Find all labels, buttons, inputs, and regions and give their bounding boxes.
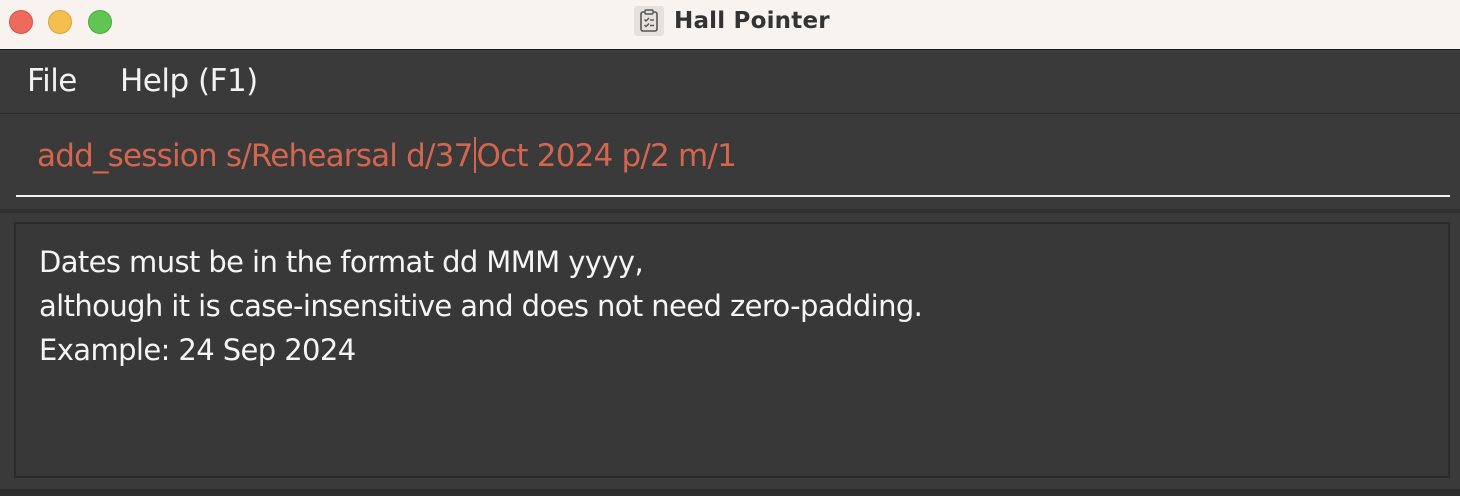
command-text-before-caret: add_session s/Rehearsal d/37 <box>37 138 473 174</box>
result-display-area: Dates must be in the format dd MMM yyyy,… <box>0 213 1460 496</box>
result-line: Example: 24 Sep 2024 <box>39 333 356 367</box>
maximize-window-button[interactable] <box>88 10 112 34</box>
minimize-window-button[interactable] <box>48 10 72 34</box>
menu-help[interactable]: Help (F1) <box>120 63 258 99</box>
menu-file[interactable]: File <box>27 63 77 99</box>
close-window-button[interactable] <box>9 10 33 34</box>
result-display[interactable]: Dates must be in the format dd MMM yyyy,… <box>14 222 1450 478</box>
app-window: Hall Pointer File Help (F1) add_session … <box>0 0 1460 496</box>
clipboard-icon <box>634 6 664 36</box>
command-box-area: add_session s/Rehearsal d/37 Oct 2024 p/2… <box>0 115 1460 209</box>
command-text-after-caret: Oct 2024 p/2 m/1 <box>476 138 737 174</box>
window-title: Hall Pointer <box>674 8 830 34</box>
status-bar <box>0 489 1460 496</box>
result-line: Dates must be in the format dd MMM yyyy, <box>39 245 644 279</box>
title-bar[interactable]: Hall Pointer <box>0 0 1460 50</box>
text-caret <box>473 137 476 173</box>
command-input[interactable]: add_session s/Rehearsal d/37 Oct 2024 p/2… <box>16 115 1450 197</box>
result-line: although it is case-insensitive and does… <box>39 289 923 323</box>
window-title-group: Hall Pointer <box>634 5 830 37</box>
menu-bar: File Help (F1) <box>0 51 1460 114</box>
